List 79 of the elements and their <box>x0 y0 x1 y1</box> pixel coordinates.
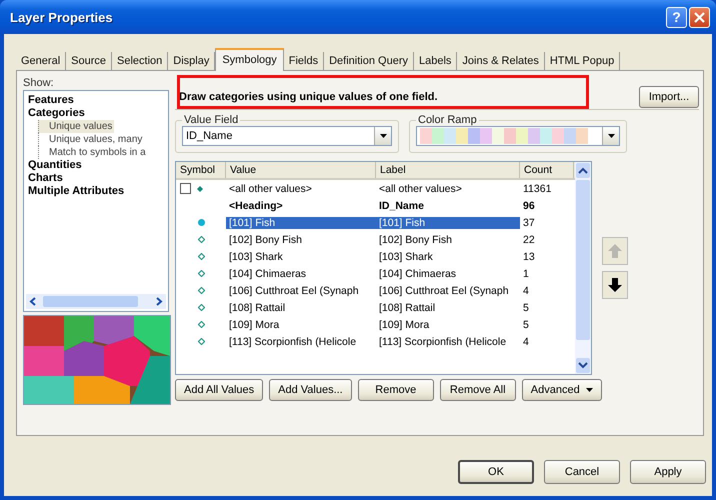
renderer-category[interactable]: Categories <box>26 107 87 120</box>
value-cell-text: [106] Cutthroat Eel (Synaph <box>228 284 360 296</box>
value-cell-text: <all other values> <box>228 182 313 194</box>
caret-icon <box>586 388 593 392</box>
renderer-category[interactable]: Charts <box>26 172 65 185</box>
dialog-button[interactable]: Cancel <box>544 460 620 484</box>
count-cell-text: 4 <box>522 284 530 296</box>
count-cell-text: 13 <box>522 250 536 262</box>
label-cell-text: [102] Bony Fish <box>378 234 453 246</box>
point-symbol-icon[interactable] <box>198 236 205 243</box>
horizontal-scrollbar[interactable] <box>26 294 166 309</box>
list-button[interactable]: Remove <box>358 379 434 401</box>
vertical-scrollbar[interactable] <box>575 162 591 374</box>
point-symbol-icon[interactable] <box>198 219 205 226</box>
move-down-button[interactable] <box>602 271 628 299</box>
dialog-button[interactable]: Apply <box>630 460 706 484</box>
count-cell-text: 96 <box>522 200 536 212</box>
column-header[interactable]: Label <box>376 162 520 178</box>
checkbox[interactable] <box>180 183 191 194</box>
label-cell-text: [113] Scorpionfish (Helicole <box>378 336 508 348</box>
point-symbol-icon[interactable] <box>198 253 205 260</box>
value-cell-text: [103] Shark <box>228 250 284 262</box>
caret-icon <box>608 134 614 138</box>
value-cell-text: <Heading> <box>228 200 284 212</box>
count-cell-text: 5 <box>522 302 530 314</box>
renderer-category[interactable]: Quantities <box>26 159 84 172</box>
column-header[interactable]: Value <box>226 162 376 178</box>
tab[interactable]: Symbology <box>215 48 284 71</box>
show-label: Show: <box>23 77 55 89</box>
count-cell-text: 37 <box>522 216 536 228</box>
advanced-button[interactable]: Advanced <box>522 379 602 401</box>
window-title: Layer Properties <box>10 10 114 24</box>
column-header[interactable]: Count <box>520 162 574 178</box>
color-ramp-dropdown[interactable] <box>416 126 620 146</box>
count-cell-text: 4 <box>522 336 530 348</box>
up-arrow-icon <box>608 244 622 258</box>
renderer-category[interactable]: Features <box>26 94 76 107</box>
value-cell-text: [108] Rattail <box>228 302 286 314</box>
close-button[interactable] <box>689 6 710 28</box>
count-cell-text: 1 <box>522 268 530 280</box>
import-button[interactable]: Import... <box>639 86 699 108</box>
value-cell-text: [109] Mora <box>228 318 280 330</box>
label-cell-text: ID_Name <box>378 200 425 212</box>
point-symbol-icon[interactable] <box>198 338 205 345</box>
dialog-button[interactable]: OK <box>458 460 534 484</box>
list-button[interactable]: Add Values... <box>269 379 352 401</box>
list-button[interactable]: Remove All <box>440 379 516 401</box>
renderer-option[interactable]: Match to symbols in a <box>38 146 148 159</box>
close-icon <box>694 12 705 22</box>
count-cell-text: 11361 <box>522 182 552 194</box>
value-cell-text: [104] Chimaeras <box>228 268 308 280</box>
renderer-category[interactable]: Multiple Attributes <box>26 185 126 198</box>
label-cell-text: [109] Mora <box>378 318 430 330</box>
value-field-label: Value Field <box>183 114 240 126</box>
point-symbol-icon <box>197 186 203 192</box>
point-symbol-icon[interactable] <box>198 287 205 294</box>
count-cell-text: 5 <box>522 318 530 330</box>
caret-icon <box>380 134 386 138</box>
value-field-dropdown[interactable]: ID_Name <box>182 126 392 146</box>
point-symbol-icon[interactable] <box>198 270 205 277</box>
description-text: Draw categories using unique values of one field. <box>179 91 438 103</box>
label-cell-text: [104] Chimaeras <box>378 268 458 280</box>
renderer-option[interactable]: Unique values, many <box>38 133 144 146</box>
count-cell-text: 22 <box>522 234 536 246</box>
label-cell-text: [106] Cutthroat Eel (Synaph <box>378 284 510 296</box>
label-cell-text: <all other values> <box>378 182 463 194</box>
point-symbol-icon[interactable] <box>198 321 205 328</box>
down-arrow-icon <box>608 278 622 292</box>
point-symbol-icon[interactable] <box>198 304 205 311</box>
renderer-option[interactable]: Unique values <box>38 120 114 133</box>
label-cell: [101] Fish <box>376 216 520 228</box>
label-cell-text: [108] Rattail <box>378 302 436 314</box>
value-cell: [101] Fish <box>226 216 376 228</box>
label-cell-text: [103] Shark <box>378 250 434 262</box>
list-button[interactable]: Add All Values <box>175 379 264 401</box>
color-ramp-label: Color Ramp <box>417 114 478 126</box>
value-cell-text: [113] Scorpionfish (Helicole <box>228 336 358 348</box>
column-header[interactable]: Symbol <box>176 162 226 178</box>
value-cell-text: [102] Bony Fish <box>228 234 303 246</box>
